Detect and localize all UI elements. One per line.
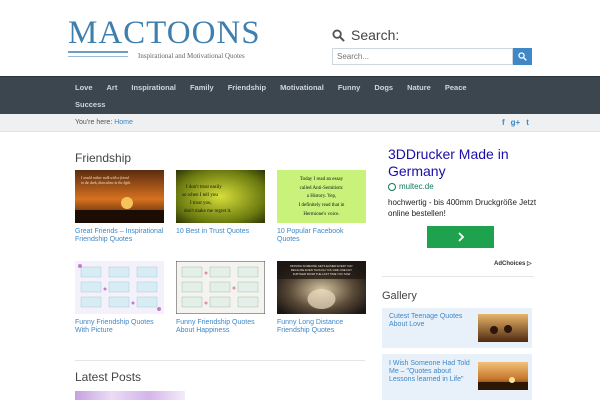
section-divider (75, 360, 365, 361)
post-card[interactable]: Funny Friendship Quotes With Picture (75, 261, 165, 335)
post-card[interactable]: Funny Friendship Quotes About Happiness (176, 261, 266, 335)
post-thumbnail[interactable]: I don't trust easily so when I tell you … (176, 170, 265, 223)
nav-item-dogs[interactable]: Dogs (367, 79, 400, 96)
ad-headline[interactable]: 3DDrucker Made in Germany (388, 146, 533, 180)
nav-item-peace[interactable]: Peace (438, 79, 474, 96)
latest-post-thumbnail[interactable] (75, 391, 185, 400)
nav-item-love[interactable]: Love (68, 79, 100, 96)
ad-source[interactable]: multec.de (388, 182, 434, 191)
twitter-icon[interactable]: t (526, 118, 529, 127)
post-card[interactable]: Today I read an essay called Anti-Semiti… (277, 170, 367, 244)
gallery-thumbnail[interactable] (478, 314, 528, 342)
facebook-icon[interactable]: f (502, 118, 505, 127)
section-title: Friendship (75, 151, 132, 165)
main-nav: Love Art Inspirational Family Friendship… (0, 76, 600, 114)
gallery-caption[interactable]: Cutest Teenage Quotes About Love (389, 313, 474, 329)
post-card[interactable]: I don't trust easily so when I tell you … (176, 170, 266, 236)
nav-item-nature[interactable]: Nature (400, 79, 438, 96)
ad-source-domain: multec.de (399, 182, 434, 191)
nav-item-inspirational[interactable]: Inspirational (124, 79, 183, 96)
social-links: f g+ t (502, 118, 529, 127)
search-heading: Search: (332, 27, 399, 43)
nav-item-funny[interactable]: Funny (331, 79, 368, 96)
nav-item-art[interactable]: Art (100, 79, 125, 96)
site-logo[interactable]: MACTOONS Inspirational and Motivational … (68, 15, 261, 60)
breadcrumb-prefix: You're here: (75, 119, 113, 126)
breadcrumb: You're here: Home (75, 119, 133, 126)
svg-text:I definitely read that in: I definitely read that in (299, 203, 345, 208)
post-thumbnail[interactable]: MISSING SOMEONE GETS EASIER EVERY DAY BE… (277, 261, 366, 314)
search-icon (518, 52, 527, 61)
ad-text[interactable]: hochwertig - bis 400mm Druckgröße Jetzt … (388, 197, 538, 219)
post-title[interactable]: Great Friends – Inspirational Friendship… (75, 228, 165, 244)
svg-text:a History. Yep,: a History. Yep, (307, 194, 337, 199)
svg-text:called Anti-Semitism:: called Anti-Semitism: (300, 186, 344, 191)
chevron-right-icon (457, 232, 464, 242)
post-thumbnail[interactable] (176, 261, 265, 314)
search-icon (332, 28, 345, 42)
latest-posts-title: Latest Posts (75, 370, 142, 384)
search-button[interactable] (513, 48, 532, 65)
nav-item-friendship[interactable]: Friendship (221, 79, 273, 96)
gallery-thumbnail[interactable] (478, 362, 528, 390)
gallery-title: Gallery (382, 290, 417, 302)
logo-tagline: Inspirational and Motivational Quotes (138, 52, 245, 60)
breadcrumb-home-link[interactable]: Home (114, 119, 133, 126)
post-title[interactable]: 10 Best in Trust Quotes (176, 228, 266, 236)
post-title[interactable]: Funny Long Distance Friendship Quotes (277, 319, 367, 335)
adchoices-label[interactable]: AdChoices ▷ (494, 260, 532, 267)
thumb-quote: I would rather walk with a friend (80, 176, 129, 180)
nav-item-success[interactable]: Success (68, 96, 112, 113)
globe-icon (388, 182, 396, 191)
post-title[interactable]: Funny Friendship Quotes About Happiness (176, 319, 266, 335)
sidebar-divider (382, 276, 534, 277)
logo-swoosh (68, 51, 128, 57)
svg-text:so when I tell you: so when I tell you (182, 193, 218, 198)
nav-item-motivational[interactable]: Motivational (273, 79, 331, 96)
gallery-item[interactable]: I Wish Someone Had Told Me – "Quotes abo… (382, 354, 532, 400)
gallery-caption[interactable]: I Wish Someone Had Told Me – "Quotes abo… (389, 360, 474, 384)
svg-text:Hermione's voice.: Hermione's voice. (303, 212, 339, 217)
post-title[interactable]: 10 Popular Facebook Quotes (277, 228, 367, 244)
breadcrumb-bar: You're here: Home f g+ t (0, 114, 600, 132)
logo-text: MACTOONS (68, 15, 261, 51)
svg-text:I trust you,: I trust you, (190, 201, 212, 206)
ad-cta-button[interactable] (427, 226, 494, 248)
svg-text:Today I read an essay: Today I read an essay (300, 177, 344, 182)
post-card[interactable]: I would rather walk with a friend in the… (75, 170, 165, 244)
post-title[interactable]: Funny Friendship Quotes With Picture (75, 319, 165, 335)
svg-text:I don't trust easily: I don't trust easily (186, 185, 222, 190)
post-card[interactable]: MISSING SOMEONE GETS EASIER EVERY DAY BE… (277, 261, 367, 335)
search-label: Search: (351, 27, 400, 43)
search-input[interactable] (332, 48, 513, 65)
adchoices-icon: ▷ (527, 261, 532, 267)
google-plus-icon[interactable]: g+ (511, 118, 521, 127)
svg-text:FURTHER FROM THE LAST TIME YOU: FURTHER FROM THE LAST TIME YOU SAW (293, 272, 351, 276)
post-thumbnail[interactable]: Today I read an essay called Anti-Semiti… (277, 170, 366, 223)
svg-text:don't make me regret it.: don't make me regret it. (184, 209, 231, 214)
post-thumbnail[interactable] (75, 261, 164, 314)
gallery-item[interactable]: Cutest Teenage Quotes About Love (382, 308, 532, 348)
nav-item-family[interactable]: Family (183, 79, 221, 96)
post-thumbnail[interactable]: I would rather walk with a friend in the… (75, 170, 164, 223)
